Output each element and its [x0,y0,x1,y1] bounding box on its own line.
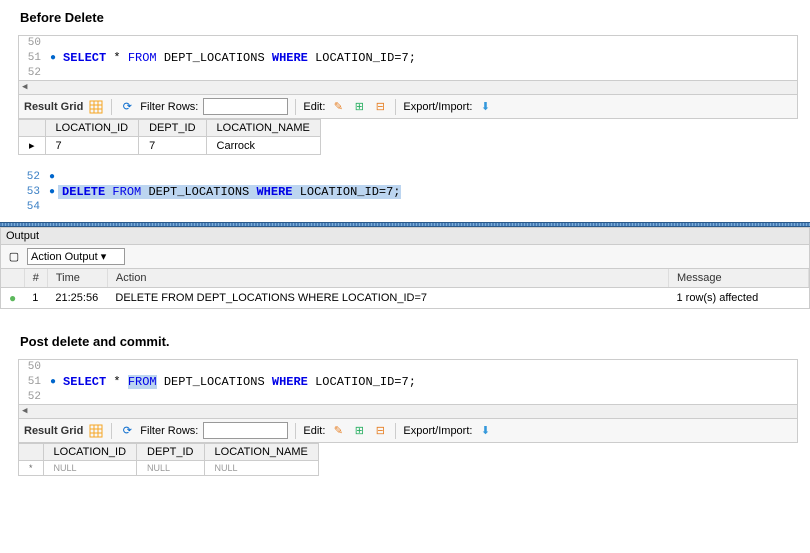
filter-rows-input[interactable] [203,422,288,439]
grid-icon[interactable] [88,423,104,439]
row-marker-new: * [19,461,44,476]
delete-row-icon[interactable]: ⊟ [372,99,388,115]
filter-rows-label: Filter Rows: [140,101,198,113]
scroll-left-icon[interactable]: ◀ [22,406,34,418]
line-number: 50 [19,361,47,373]
table-header[interactable]: LOCATION_NAME [204,444,318,461]
horizontal-scrollbar[interactable]: ◀ [19,80,797,94]
output-cell: 1 row(s) affected [669,288,809,309]
line-number: 52 [19,391,47,403]
table-header[interactable]: DEPT_ID [137,444,204,461]
edit-label: Edit: [303,425,325,437]
sql-editor-3[interactable]: 50 51 ● SELECT * FROM DEPT_LOCATIONS WHE… [18,359,798,419]
line-number: 52 [19,67,47,79]
output-row[interactable]: ● 1 21:25:56 DELETE FROM DEPT_LOCATIONS … [1,288,809,309]
line-number: 52 [18,171,46,183]
table-header[interactable]: DEPT_ID [139,120,206,137]
line-number: 54 [18,201,46,213]
delete-row-icon[interactable]: ⊟ [372,423,388,439]
table-cell-null[interactable]: NULL [137,461,204,476]
result-toolbar: Result Grid ⟳ Filter Rows: Edit: ✎ ⊞ ⊟ E… [18,95,798,119]
status-success-icon: ● [1,288,24,309]
section-post-delete: Post delete and commit. 50 51 ● SELECT *… [0,324,810,476]
line-number: 51 [19,52,47,64]
breakpoint-marker[interactable]: ● [46,172,58,183]
table-row-empty[interactable]: * NULL NULL NULL [19,461,319,476]
section-delete: 52 ● 53 ● DELETE FROM DEPT_LOCATIONS WHE… [0,170,810,214]
output-layout-icon[interactable]: ▢ [6,249,22,265]
output-cell: 1 [24,288,47,309]
breakpoint-marker[interactable]: ● [47,53,59,64]
result-grid-label: Result Grid [24,425,83,437]
sql-editor-1[interactable]: 50 51 ● SELECT * FROM DEPT_LOCATIONS WHE… [18,35,798,95]
result-table-2: LOCATION_ID DEPT_ID LOCATION_NAME * NULL… [18,443,319,476]
output-col-message: Message [669,269,809,288]
refresh-icon[interactable]: ⟳ [119,99,135,115]
line-number: 51 [19,376,47,388]
output-col-num: # [24,269,47,288]
output-cell: 21:25:56 [47,288,107,309]
row-marker: ▸ [19,137,46,155]
table-header[interactable]: LOCATION_NAME [206,120,320,137]
result-toolbar: Result Grid ⟳ Filter Rows: Edit: ✎ ⊞ ⊟ E… [18,419,798,443]
sql-editor-2[interactable]: 52 ● 53 ● DELETE FROM DEPT_LOCATIONS WHE… [18,170,798,214]
breakpoint-marker[interactable]: ● [47,377,59,388]
output-panel: Output ▢ Action Output ▾ # Time Action M… [0,227,810,309]
heading-before: Before Delete [0,0,810,35]
edit-icon[interactable]: ✎ [330,99,346,115]
scroll-left-icon[interactable]: ◀ [22,82,34,94]
code-line[interactable]: SELECT * FROM DEPT_LOCATIONS WHERE LOCAT… [59,51,416,65]
line-number: 50 [19,37,47,49]
heading-after: Post delete and commit. [0,324,810,359]
table-header[interactable]: LOCATION_ID [45,120,139,137]
code-line[interactable]: SELECT * FROM DEPT_LOCATIONS WHERE LOCAT… [59,375,416,389]
result-grid-label: Result Grid [24,101,83,113]
horizontal-scrollbar[interactable]: ◀ [19,404,797,418]
export-import-label: Export/Import: [403,425,472,437]
output-title: Output [1,228,809,245]
table-cell[interactable]: Carrock [206,137,320,155]
code-line-highlighted[interactable]: DELETE FROM DEPT_LOCATIONS WHERE LOCATIO… [58,185,401,199]
filter-rows-input[interactable] [203,98,288,115]
breakpoint-marker[interactable]: ● [46,187,58,198]
table-cell-null[interactable]: NULL [204,461,318,476]
output-col-action: Action [107,269,668,288]
edit-label: Edit: [303,101,325,113]
table-row[interactable]: ▸ 7 7 Carrock [19,137,321,155]
output-col-time: Time [47,269,107,288]
refresh-icon[interactable]: ⟳ [119,423,135,439]
export-icon[interactable]: ⬇ [477,423,493,439]
table-cell[interactable]: 7 [45,137,139,155]
output-type-dropdown[interactable]: Action Output ▾ [27,248,125,265]
edit-icon[interactable]: ✎ [330,423,346,439]
table-cell[interactable]: 7 [139,137,206,155]
table-cell-null[interactable]: NULL [43,461,137,476]
table-header[interactable]: LOCATION_ID [43,444,137,461]
output-cell: DELETE FROM DEPT_LOCATIONS WHERE LOCATIO… [107,288,668,309]
section-before-delete: Before Delete 50 51 ● SELECT * FROM DEPT… [0,0,810,155]
grid-icon[interactable] [88,99,104,115]
line-number: 53 [18,186,46,198]
add-row-icon[interactable]: ⊞ [351,423,367,439]
result-table-1: LOCATION_ID DEPT_ID LOCATION_NAME ▸ 7 7 … [18,119,321,155]
export-icon[interactable]: ⬇ [477,99,493,115]
export-import-label: Export/Import: [403,101,472,113]
filter-rows-label: Filter Rows: [140,425,198,437]
add-row-icon[interactable]: ⊞ [351,99,367,115]
